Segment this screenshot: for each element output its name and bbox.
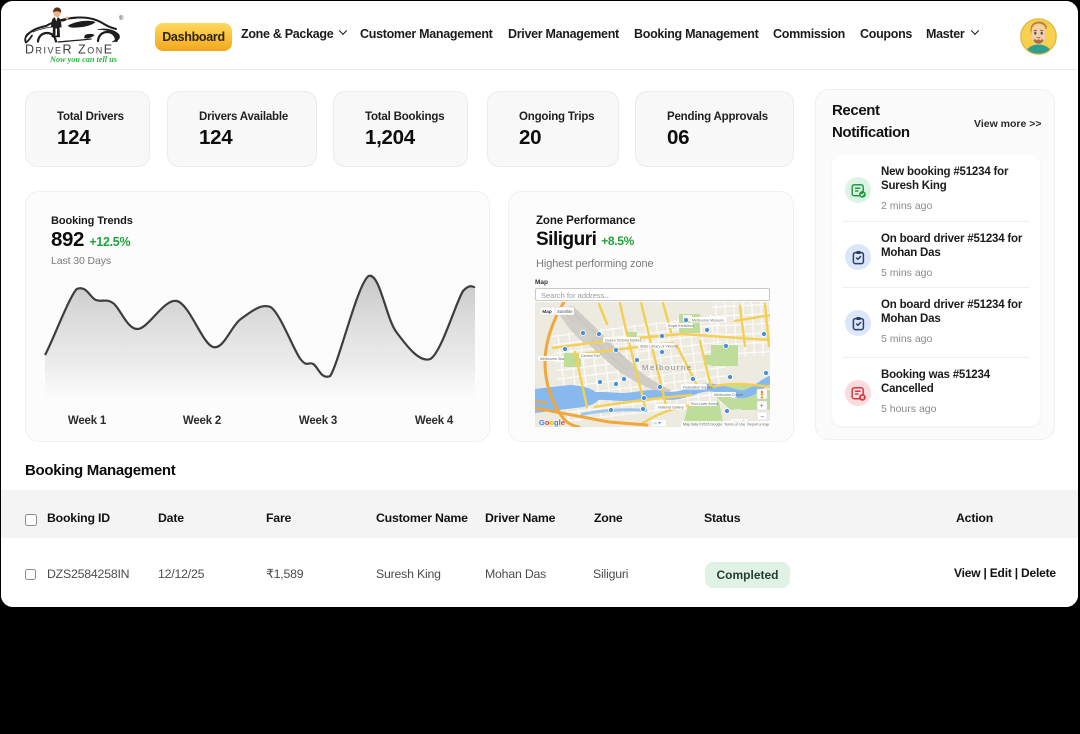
- svg-text:®: ®: [119, 15, 124, 22]
- svg-text:−: −: [760, 414, 764, 421]
- svg-text:Rod Laver Arena: Rod Laver Arena: [691, 402, 718, 406]
- svg-text:+: +: [760, 403, 764, 410]
- svg-text:Melbourne Cricket: Melbourne Cricket: [714, 393, 743, 397]
- svg-text:Queen Victoria Market: Queen Victoria Market: [605, 338, 641, 342]
- svg-text:Map: Map: [542, 309, 552, 315]
- svg-text:Satellite: Satellite: [557, 309, 573, 314]
- svg-text:Now you can tell us: Now you can tell us: [49, 55, 117, 64]
- svg-text:Melbourne Museum: Melbourne Museum: [692, 318, 724, 322]
- svg-text:National Gallery: National Gallery: [658, 405, 684, 409]
- svg-text:Central Pall: Central Pall: [581, 354, 600, 358]
- svg-text:m ⚑: m ⚑: [654, 422, 662, 426]
- svg-text:DRIVER ZONE: DRIVER ZONE: [25, 43, 114, 57]
- svg-text:Melbourne Star: Melbourne Star: [540, 357, 565, 361]
- svg-text:Royal Exhibition: Royal Exhibition: [668, 324, 694, 328]
- svg-text:Federation Square: Federation Square: [683, 385, 713, 389]
- svg-text:Melbourne: Melbourne: [642, 363, 693, 372]
- svg-text:Map data ©2015 Google Terms o: Map data ©2015 Google Terms of Use Repor…: [683, 423, 770, 427]
- svg-text:Google: Google: [539, 418, 565, 427]
- svg-text:State Library of Victoria: State Library of Victoria: [640, 344, 677, 348]
